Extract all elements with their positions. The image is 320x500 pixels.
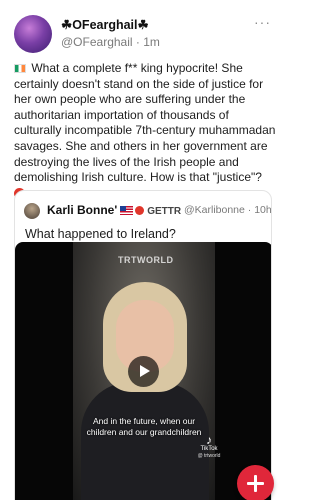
author-handle: @OFearghail [61,35,133,49]
play-button[interactable] [128,356,159,387]
tiktok-label: TikTok [200,446,218,452]
tiktok-icon: ♪ [206,433,212,447]
ireland-flag-icon [14,64,26,73]
video-player[interactable]: TRTWORLD And in the future, when our chi… [15,242,271,500]
post-body: What a complete f** king hypocrite! She … [14,61,276,185]
video-watermark: TRTWORLD [118,255,174,265]
more-options-button[interactable]: ··· [254,14,271,30]
quoted-handle: @Karlibonne [184,204,245,216]
author-name[interactable]: ☘OFearghail☘ [61,17,149,32]
tiktok-handle: @ trtworld [197,453,221,459]
author-meta: @OFearghail · 1m [61,35,160,49]
author-avatar[interactable] [14,15,52,53]
quoted-time: 10h [254,204,272,216]
quoted-author-avatar[interactable] [24,203,40,219]
verified-icon [135,206,145,215]
post-text: What a complete f** king hypocrite! She … [14,61,276,201]
quoted-author-name-text: Karli Bonne' [47,203,118,217]
quoted-text: What happened to Ireland? [25,227,176,241]
quoted-post[interactable]: Karli Bonne' GETTR @Karlibonne · 10h What… [14,190,272,500]
post-card[interactable]: ☘OFearghail☘ @OFearghail · 1m ··· What a… [0,0,285,500]
quoted-author-name[interactable]: Karli Bonne' GETTR [47,203,181,217]
quoted-meta: @Karlibonne · 10h [184,204,272,216]
post-time: 1m [143,35,160,49]
compose-plus-button[interactable] [237,465,274,500]
tiktok-badge: ♪ TikTok @ trtworld [189,434,229,459]
us-flag-icon [120,206,134,215]
quoted-source: GETTR [147,206,182,217]
